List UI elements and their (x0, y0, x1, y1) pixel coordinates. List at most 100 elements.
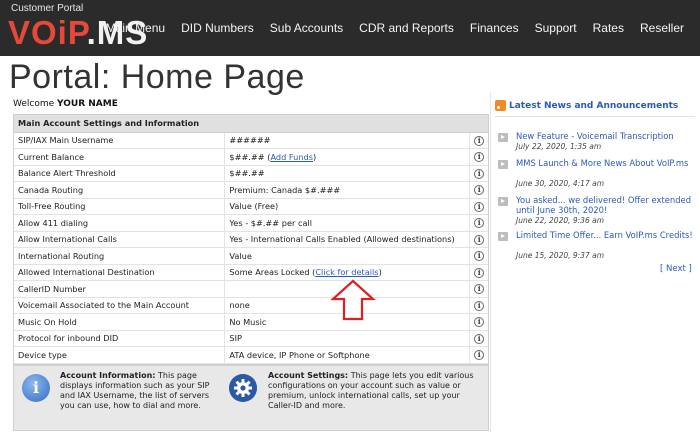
table-row: CallerID Number i (14, 280, 488, 298)
row-label: CallerID Number (14, 280, 226, 298)
info-icon[interactable]: i (474, 135, 485, 146)
info-icon[interactable]: i (474, 168, 485, 179)
news-item-date: July 22, 2020, 1:35 am (516, 142, 602, 151)
row-label: Allow International Calls (14, 231, 226, 248)
news-item-title[interactable]: MMS Launch & More News About VoIP.ms (516, 158, 696, 168)
table-row: International Routing Value i (14, 247, 488, 265)
international-destination-value: Some Areas Locked (229, 267, 310, 278)
row-value: Yes - $#.## per call (224, 214, 471, 232)
table-row: Allow International Calls Yes - Internat… (14, 231, 488, 248)
column-divider (490, 92, 491, 432)
brand-subtitle: Customer Portal (11, 3, 84, 14)
account-settings-panel: Account Settings: This page lets you edi… (268, 371, 480, 411)
info-icon[interactable]: i (474, 218, 485, 229)
row-label: Balance Alert Threshold (14, 165, 226, 182)
account-info-title: Account Information: (60, 371, 156, 380)
row-label: Current Balance (14, 148, 226, 166)
info-icon[interactable]: i (474, 300, 485, 311)
nav-did-numbers[interactable]: DID Numbers (173, 21, 262, 35)
rss-icon (495, 100, 506, 111)
info-icon[interactable]: i (474, 201, 485, 212)
welcome-message: Welcome YOUR NAME (13, 99, 118, 109)
info-icon[interactable]: i (474, 267, 485, 278)
add-funds-link[interactable]: Add Funds (270, 152, 313, 162)
top-navigation-bar: Customer Portal VOiP.MS Main Menu DID Nu… (0, 0, 700, 56)
info-icon[interactable]: i (474, 317, 485, 328)
settings-heading: Main Account Settings and Information (14, 115, 488, 133)
row-label: Music On Hold (14, 313, 226, 331)
info-circle-icon: i (22, 374, 50, 402)
nav-rates[interactable]: Rates (585, 21, 632, 35)
row-value: Value (224, 247, 471, 265)
news-item-date: June 30, 2020, 4:17 am (516, 179, 605, 188)
account-settings-title: Account Settings: (268, 371, 349, 380)
gear-icon (229, 374, 257, 402)
welcome-name: YOUR NAME (57, 99, 118, 109)
table-row: SIP/IAX Main Username ###### i (14, 132, 488, 149)
row-value: Premium: Canada $#.### (224, 181, 471, 199)
row-value: Yes - International Calls Enabled (Allow… (224, 231, 471, 248)
account-settings-table: Main Account Settings and Information SI… (14, 115, 488, 364)
arrow-right-icon (498, 133, 508, 142)
arrow-right-icon (498, 232, 508, 241)
welcome-prefix: Welcome (13, 99, 55, 109)
account-info-panel: Account Information: This page displays … (60, 371, 222, 411)
row-label: Toll-Free Routing (14, 198, 226, 215)
info-icon[interactable]: i (474, 234, 485, 245)
news-heading[interactable]: Latest News and Announcements (509, 101, 678, 111)
arrow-right-icon (498, 197, 508, 206)
table-row: Music On Hold No Music i (14, 313, 488, 331)
nav-reseller[interactable]: Reseller (632, 21, 692, 35)
table-row: Balance Alert Threshold $##.## i (14, 165, 488, 182)
row-value: $##.## (224, 165, 471, 182)
table-row: Toll-Free Routing Value (Free) i (14, 198, 488, 215)
row-label: Voicemail Associated to the Main Account (14, 297, 226, 314)
row-label: Device type (14, 346, 226, 364)
table-row: Protocol for inbound DID SIP i (14, 330, 488, 347)
table-row: Voicemail Associated to the Main Account… (14, 297, 488, 314)
news-item-date: June 22, 2020, 9:36 am (516, 216, 605, 225)
click-for-details-link[interactable]: Click for details (315, 267, 378, 277)
news-item-title[interactable]: Limited Time Offer... Earn VoIP.ms Credi… (516, 230, 696, 240)
table-row: Allowed International Destination Some A… (14, 264, 488, 281)
info-icon[interactable]: i (474, 152, 485, 163)
news-item-title[interactable]: You asked... we delivered! Offer extende… (516, 195, 696, 215)
nav-cdr-reports[interactable]: CDR and Reports (351, 21, 462, 35)
info-icon[interactable]: i (474, 284, 485, 295)
row-value: Value (Free) (224, 198, 471, 215)
arrow-right-icon (498, 160, 508, 169)
row-value: ###### (224, 132, 471, 149)
brand-logo-part1: VOiP (8, 14, 87, 51)
news-next-link[interactable]: [ Next ] (660, 264, 692, 274)
row-label: SIP/IAX Main Username (14, 132, 226, 149)
table-row: Allow 411 dialing Yes - $#.## per call i (14, 214, 488, 232)
row-label: International Routing (14, 247, 226, 265)
nav-finances[interactable]: Finances (462, 21, 527, 35)
row-label: Allowed International Destination (14, 264, 226, 281)
nav-main-menu[interactable]: Main Menu (98, 21, 173, 35)
info-icon[interactable]: i (474, 333, 485, 344)
table-row: Current Balance $##.## (Add Funds) i (14, 148, 488, 166)
row-label: Allow 411 dialing (14, 214, 226, 232)
row-label: Protocol for inbound DID (14, 330, 226, 347)
info-icon[interactable]: i (474, 251, 485, 262)
news-item-date: June 15, 2020, 9:37 am (516, 251, 605, 260)
table-row: Device type ATA device, IP Phone or Soft… (14, 346, 488, 364)
account-settings-box: Main Account Settings and Information SI… (13, 114, 489, 365)
main-nav: Main Menu DID Numbers Sub Accounts CDR a… (98, 21, 692, 35)
news-item-title[interactable]: New Feature - Voicemail Transcription (516, 131, 696, 141)
info-icon[interactable]: i (474, 350, 485, 361)
row-value: $##.## (Add Funds) (224, 148, 471, 166)
info-icon[interactable]: i (474, 185, 485, 196)
news-divider (495, 116, 695, 117)
table-row: Canada Routing Premium: Canada $#.### i (14, 181, 488, 199)
page-title: Portal: Home Page (9, 58, 305, 96)
row-label: Canada Routing (14, 181, 226, 199)
current-balance-value: $##.## (229, 151, 265, 162)
row-value: SIP (224, 330, 471, 347)
nav-support[interactable]: Support (527, 21, 585, 35)
row-value: ATA device, IP Phone or Softphone (224, 346, 471, 364)
nav-sub-accounts[interactable]: Sub Accounts (262, 21, 351, 35)
red-arrow-annotation (330, 279, 376, 321)
info-panels: i Account Information: This page display… (13, 365, 489, 431)
